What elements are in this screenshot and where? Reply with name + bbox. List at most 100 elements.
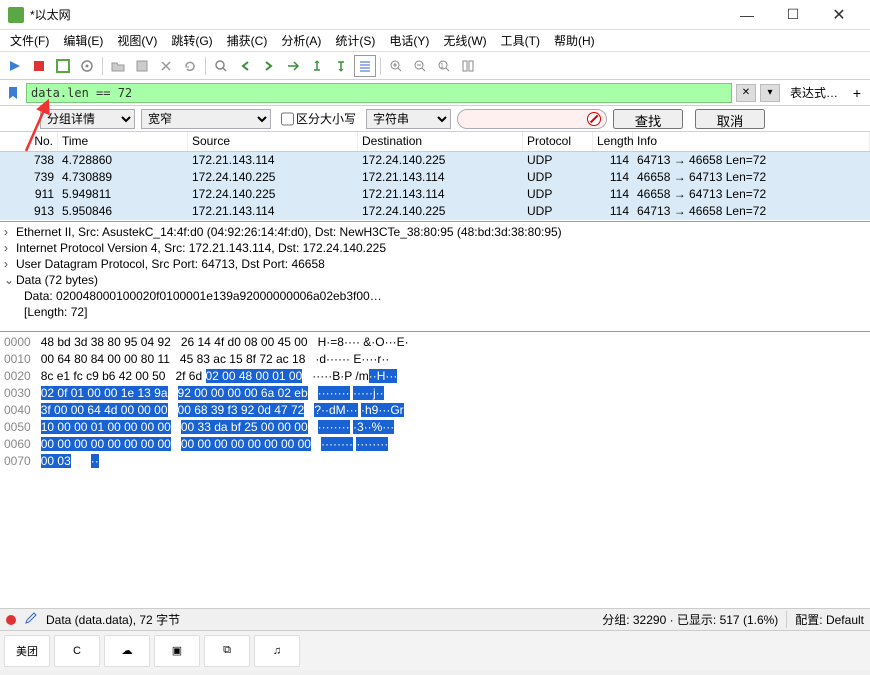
title-bar: *以太网 — ☐ ✕: [0, 0, 870, 30]
status-bar: Data (data.data), 72 字节 分组: 32290 · 已显示:…: [0, 608, 870, 630]
detail-ethernet[interactable]: Ethernet II, Src: AsustekC_14:4f:d0 (04:…: [16, 225, 562, 239]
expert-info-icon[interactable]: [6, 615, 16, 625]
col-protocol[interactable]: Protocol: [523, 132, 593, 151]
packet-list-header: No. Time Source Destination Protocol Len…: [0, 132, 870, 152]
status-packets: 分组: 32290 · 已显示: 517 (1.6%): [602, 611, 778, 628]
packet-list: No. Time Source Destination Protocol Len…: [0, 132, 870, 222]
hex-row[interactable]: 0060 00 00 00 00 00 00 00 00 00 00 00 00…: [4, 436, 866, 453]
col-time[interactable]: Time: [58, 132, 188, 151]
col-source[interactable]: Source: [188, 132, 358, 151]
menu-file[interactable]: 文件(F): [4, 30, 55, 51]
start-capture-icon[interactable]: [4, 55, 26, 77]
separator: [205, 57, 206, 75]
add-filter-button[interactable]: +: [848, 85, 866, 101]
minimize-button[interactable]: —: [724, 0, 770, 30]
find-bar: 分组详情 宽窄 区分大小写 字符串 查找 取消: [0, 106, 870, 132]
taskbar-item[interactable]: C: [54, 635, 100, 667]
close-file-icon[interactable]: [155, 55, 177, 77]
restart-capture-icon[interactable]: [52, 55, 74, 77]
detail-udp[interactable]: User Datagram Protocol, Src Port: 64713,…: [16, 257, 325, 271]
go-to-icon[interactable]: [282, 55, 304, 77]
invalid-icon: [587, 112, 601, 126]
table-row[interactable]: 7384.728860172.21.143.114172.24.140.225U…: [0, 152, 870, 169]
taskbar-item[interactable]: ♫: [254, 635, 300, 667]
detail-data-bytes[interactable]: Data: 020048000100020f0100001e139a920000…: [24, 289, 382, 303]
zoom-reset-icon[interactable]: 1: [433, 55, 455, 77]
display-filter-input[interactable]: [26, 83, 732, 103]
find-icon[interactable]: [210, 55, 232, 77]
search-input[interactable]: [457, 109, 607, 129]
packet-list-body[interactable]: 7384.728860172.21.143.114172.24.140.225U…: [0, 152, 870, 222]
table-row[interactable]: 9135.950846172.21.143.114172.24.140.225U…: [0, 203, 870, 220]
hex-view[interactable]: 0000 48 bd 3d 38 80 95 04 92 26 14 4f d0…: [0, 332, 870, 608]
go-back-icon[interactable]: [234, 55, 256, 77]
close-button[interactable]: ✕: [816, 0, 862, 30]
go-forward-icon[interactable]: [258, 55, 280, 77]
bookmark-filter-icon[interactable]: [4, 84, 22, 102]
hex-row[interactable]: 0010 00 64 80 84 00 00 80 11 45 83 ac 15…: [4, 351, 866, 368]
autoscroll-icon[interactable]: [354, 55, 376, 77]
search-in-select[interactable]: 分组详情: [40, 109, 135, 129]
col-destination[interactable]: Destination: [358, 132, 523, 151]
go-first-icon[interactable]: [306, 55, 328, 77]
hex-row[interactable]: 0030 02 0f 01 00 00 1e 13 9a 92 00 00 00…: [4, 385, 866, 402]
hex-row[interactable]: 0000 48 bd 3d 38 80 95 04 92 26 14 4f d0…: [4, 334, 866, 351]
menu-capture[interactable]: 捕获(C): [221, 30, 274, 51]
options-icon[interactable]: [76, 55, 98, 77]
status-left: Data (data.data), 72 字节: [46, 611, 594, 628]
menu-tools[interactable]: 工具(T): [495, 30, 546, 51]
stop-capture-icon[interactable]: [28, 55, 50, 77]
table-row[interactable]: 9115.949811172.24.140.225172.21.143.114U…: [0, 186, 870, 203]
detail-ip[interactable]: Internet Protocol Version 4, Src: 172.21…: [16, 241, 386, 255]
reload-icon[interactable]: [179, 55, 201, 77]
taskbar-item[interactable]: ⧉: [204, 635, 250, 667]
save-icon[interactable]: [131, 55, 153, 77]
clear-filter-button[interactable]: ✕: [736, 84, 756, 102]
app-icon: [8, 7, 24, 23]
window-title: *以太网: [30, 6, 724, 23]
taskbar-item[interactable]: ☁: [104, 635, 150, 667]
cancel-button[interactable]: 取消: [695, 109, 765, 129]
taskbar-item[interactable]: 美团: [4, 635, 50, 667]
separator: [102, 57, 103, 75]
go-last-icon[interactable]: [330, 55, 352, 77]
menu-analyze[interactable]: 分析(A): [275, 30, 327, 51]
zoom-out-icon[interactable]: [409, 55, 431, 77]
detail-data-length[interactable]: [Length: 72]: [24, 305, 87, 319]
col-length[interactable]: Length: [593, 132, 633, 151]
expression-button[interactable]: 表达式…: [784, 84, 844, 101]
packet-details[interactable]: ›Ethernet II, Src: AsustekC_14:4f:d0 (04…: [0, 222, 870, 332]
case-sensitive-checkbox[interactable]: 区分大小写: [277, 109, 360, 129]
os-taskbar: 美团C☁▣⧉♫: [0, 630, 870, 670]
taskbar-item[interactable]: ▣: [154, 635, 200, 667]
col-info[interactable]: Info: [633, 132, 870, 151]
search-width-select[interactable]: 宽窄: [141, 109, 271, 129]
menu-telephony[interactable]: 电话(Y): [383, 30, 435, 51]
hex-row[interactable]: 0070 00 03 ··: [4, 453, 866, 470]
hex-row[interactable]: 0050 10 00 00 01 00 00 00 00 00 33 da bf…: [4, 419, 866, 436]
menu-edit[interactable]: 编辑(E): [57, 30, 109, 51]
menu-go[interactable]: 跳转(G): [165, 30, 218, 51]
hex-row[interactable]: 0020 8c e1 fc c9 b6 42 00 50 2f 6d 02 00…: [4, 368, 866, 385]
menu-help[interactable]: 帮助(H): [548, 30, 601, 51]
menu-bar: 文件(F) 编辑(E) 视图(V) 跳转(G) 捕获(C) 分析(A) 统计(S…: [0, 30, 870, 52]
maximize-button[interactable]: ☐: [770, 0, 816, 30]
menu-stats[interactable]: 统计(S): [329, 30, 381, 51]
svg-text:1: 1: [440, 63, 444, 70]
search-type-select[interactable]: 字符串: [366, 109, 451, 129]
menu-view[interactable]: 视图(V): [111, 30, 163, 51]
main-toolbar: 1: [0, 52, 870, 80]
resize-columns-icon[interactable]: [457, 55, 479, 77]
menu-wireless[interactable]: 无线(W): [437, 30, 492, 51]
hex-row[interactable]: 0040 3f 00 00 64 4d 00 00 00 00 68 39 f3…: [4, 402, 866, 419]
table-row[interactable]: 7394.730889172.24.140.225172.21.143.114U…: [0, 169, 870, 186]
detail-data[interactable]: Data (72 bytes): [16, 273, 98, 287]
status-profile[interactable]: 配置: Default: [786, 611, 864, 628]
apply-filter-dropdown[interactable]: ▾: [760, 84, 780, 102]
open-icon[interactable]: [107, 55, 129, 77]
display-filter-bar: ✕ ▾ 表达式… +: [0, 80, 870, 106]
edit-icon[interactable]: [24, 611, 38, 628]
find-button[interactable]: 查找: [613, 109, 683, 129]
zoom-in-icon[interactable]: [385, 55, 407, 77]
col-number[interactable]: No.: [0, 132, 58, 151]
